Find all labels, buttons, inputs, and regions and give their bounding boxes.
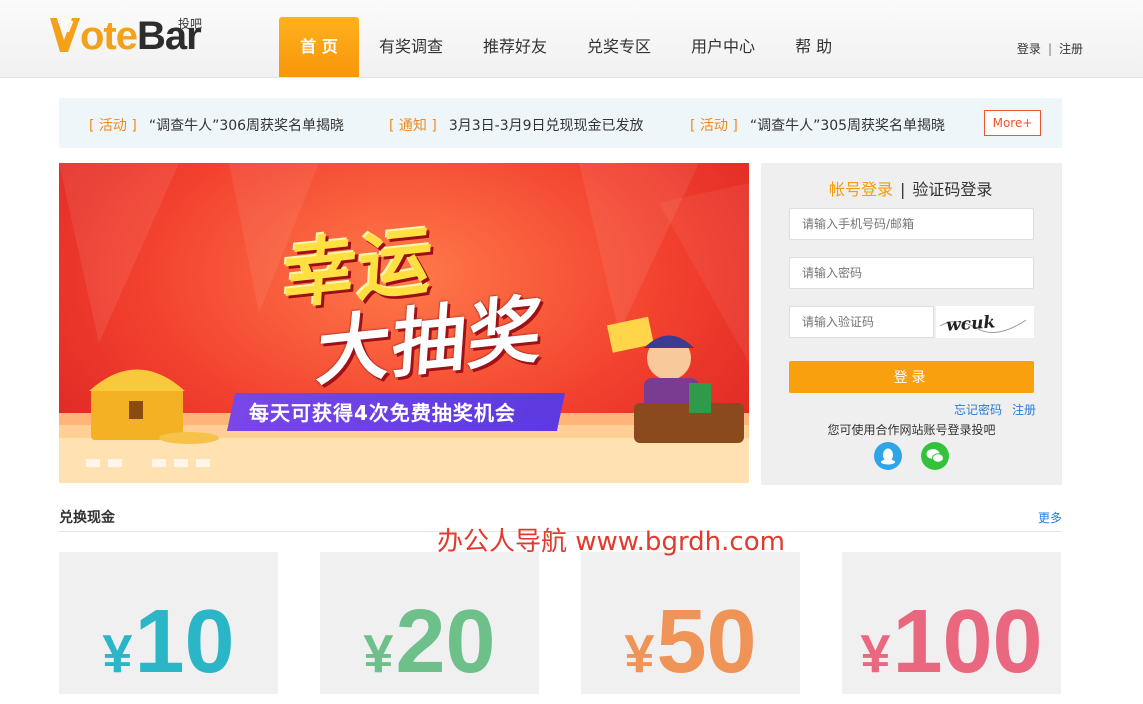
nav-item-home[interactable]: 首 页 [279, 17, 359, 77]
promo-banner[interactable]: 幸运 大抽奖 每天可获得4次免费抽奖机会 [59, 163, 749, 483]
tab-account-login[interactable]: 帐号登录 [829, 180, 893, 199]
login-aux-links: 忘记密码 注册 [954, 401, 1036, 418]
nav-item-user-center[interactable]: 用户中心 [671, 17, 775, 77]
captcha-input[interactable] [789, 306, 934, 338]
cash-amount: 10 [134, 592, 235, 692]
carousel-dot[interactable] [174, 459, 188, 467]
login-submit-button[interactable]: 登录 [789, 361, 1034, 393]
carousel-dot[interactable] [196, 459, 210, 467]
third-party-login-text: 您可使用合作网站账号登录投吧 [827, 423, 996, 437]
currency-symbol: ¥ [860, 624, 891, 684]
cash-card-value: ¥20 [320, 592, 539, 704]
login-tabs: 帐号登录 | 验证码登录 [829, 176, 992, 200]
logo-main-text: ote [80, 14, 138, 58]
logo-subtitle: 投吧 [178, 17, 203, 31]
logo-hand-v-icon [50, 18, 80, 52]
notice-tag: [ 通知 ] [389, 118, 437, 134]
header-login-link[interactable]: 登录 [1017, 42, 1041, 56]
captcha-glyphs: wcuk [939, 312, 1027, 336]
notice-more-button[interactable]: More+ [984, 110, 1041, 136]
tab-code-login[interactable]: 验证码登录 [912, 180, 992, 199]
carousel-dot[interactable] [86, 459, 100, 467]
notice-bar: [ 活动 ] “调查牛人”306周获奖名单揭晓 [ 通知 ] 3月3日-3月9日兑现… [59, 98, 1062, 148]
cash-amount: 20 [395, 592, 496, 692]
top-account-links: 登录 | 注册 [1017, 40, 1083, 57]
register-link[interactable]: 注册 [1012, 403, 1036, 417]
currency-symbol: ¥ [624, 624, 655, 684]
cash-card-50[interactable]: ¥50 [581, 552, 800, 694]
cash-card-20[interactable]: ¥20 [320, 552, 539, 694]
carousel-dot[interactable] [108, 459, 122, 467]
cash-amount: 100 [892, 592, 1043, 692]
notice-text: “调查牛人”306周获奖名单揭晓 [148, 118, 345, 134]
notice-text: 3月3日-3月9日兑现现金已发放 [448, 118, 644, 134]
main-nav: 首 页 有奖调查 推荐好友 兑奖专区 用户中心 帮 助 [279, 17, 852, 77]
qq-icon [881, 448, 895, 465]
qq-login-button[interactable] [874, 442, 902, 470]
nav-item-refer-friends[interactable]: 推荐好友 [463, 17, 567, 77]
site-watermark: 办公人导航 www.bgrdh.com [437, 527, 785, 557]
currency-symbol: ¥ [102, 624, 133, 684]
wechat-icon [926, 449, 944, 463]
notice-tag: [ 活动 ] [89, 118, 137, 134]
captcha-text: wcuk [945, 312, 995, 335]
phone-email-input[interactable] [789, 208, 1034, 240]
treasure-chest-icon [89, 369, 219, 444]
captcha-image[interactable]: wcuk [936, 306, 1034, 338]
password-input[interactable] [789, 257, 1034, 289]
notice-item[interactable]: [ 活动 ] “调查牛人”306周获奖名单揭晓 [89, 115, 344, 135]
cash-section-title: 兑换现金 [59, 510, 115, 526]
site-header: oteBar 投吧 首 页 有奖调查 推荐好友 兑奖专区 用户中心 帮 助 登录… [0, 0, 1143, 78]
votebar-logo[interactable]: oteBar 投吧 [48, 12, 208, 62]
header-link-separator: | [1047, 42, 1052, 56]
cash-card-100[interactable]: ¥100 [842, 552, 1061, 694]
carousel-indicators [86, 459, 210, 467]
currency-symbol: ¥ [363, 624, 394, 684]
forgot-password-link[interactable]: 忘记密码 [954, 403, 1002, 417]
nav-item-surveys[interactable]: 有奖调查 [359, 17, 463, 77]
banner-title: 幸运 大抽奖 [274, 208, 552, 398]
cash-more-link[interactable]: 更多 [1038, 509, 1062, 526]
cash-card-value: ¥50 [581, 592, 800, 704]
notice-tag: [ 活动 ] [690, 118, 738, 134]
login-tab-separator: | [900, 180, 906, 199]
carousel-dot[interactable] [152, 459, 166, 467]
cash-card-value: ¥100 [842, 592, 1061, 704]
cash-amount: 50 [656, 592, 757, 692]
login-panel: 帐号登录 | 验证码登录 wcuk 登录 忘记密码注册 您可使用合作网站账号登录投吧 [761, 163, 1062, 485]
nav-item-redeem[interactable]: 兑奖专区 [567, 17, 671, 77]
cash-card-10[interactable]: ¥10 [59, 552, 278, 694]
nav-item-help[interactable]: 帮 助 [775, 17, 852, 77]
header-register-link[interactable]: 注册 [1059, 42, 1083, 56]
notice-item[interactable]: [ 活动 ] “调查牛人”305周获奖名单揭晓 [690, 115, 945, 135]
banner-subtitle: 每天可获得4次免费抽奖机会 [249, 401, 516, 425]
cash-card-value: ¥10 [59, 592, 278, 704]
wechat-login-button[interactable] [921, 442, 949, 470]
notice-text: “调查牛人”305周获奖名单揭晓 [749, 118, 946, 134]
notice-item[interactable]: [ 通知 ] 3月3日-3月9日兑现现金已发放 [389, 115, 644, 135]
